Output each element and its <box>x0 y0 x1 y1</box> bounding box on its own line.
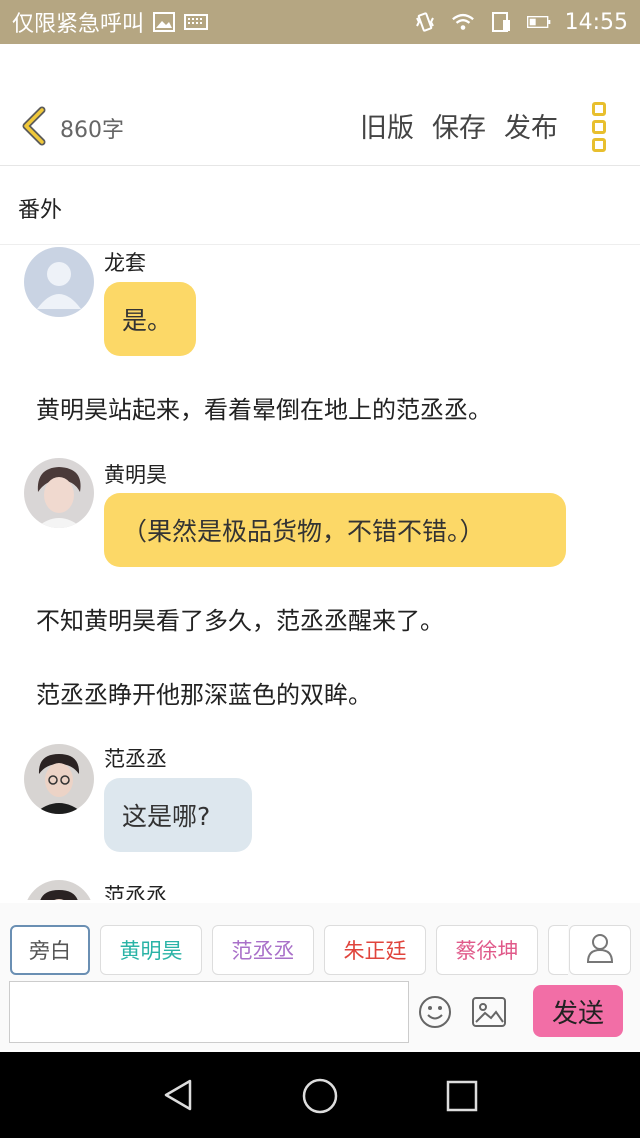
save-button[interactable]: 保存 <box>432 106 486 145</box>
role-selector: 旁白 黄明昊 范丞丞 朱正廷 蔡徐坤 <box>0 903 640 975</box>
user-icon <box>586 933 614 968</box>
default-avatar[interactable] <box>24 247 94 317</box>
sim-icon <box>489 10 513 34</box>
message-input[interactable] <box>9 981 409 1043</box>
send-button[interactable]: 发送 <box>533 985 623 1037</box>
role-zhu-zhengting[interactable]: 朱正廷 <box>324 925 426 975</box>
role-label: 蔡徐坤 <box>455 939 519 963</box>
publish-button[interactable]: 发布 <box>504 106 558 145</box>
add-role-button[interactable] <box>569 925 631 975</box>
divider <box>0 165 640 166</box>
back-chevron-icon[interactable] <box>18 106 48 146</box>
role-label: 旁白 <box>29 939 71 963</box>
sender-name: 龙套 <box>104 251 146 275</box>
role-huang-minghao[interactable]: 黄明昊 <box>100 925 202 975</box>
navigation-bar <box>0 1052 640 1138</box>
more-menu-icon[interactable] <box>592 102 612 152</box>
role-label: 黄明昊 <box>119 939 183 963</box>
composer: 发送 <box>0 975 640 1050</box>
wifi-icon <box>451 10 475 34</box>
sender-name: 黄明昊 <box>104 463 167 487</box>
message-bubble[interactable]: （果然是极品货物，不错不错。） <box>104 493 566 567</box>
clock: 14:55 <box>564 9 628 35</box>
editor-header: 860字 旧版 保存 发布 <box>0 92 640 164</box>
header-actions: 旧版 保存 发布 <box>360 106 558 145</box>
narration-text[interactable]: 不知黄明昊看了多久，范丞丞醒来了。 <box>36 601 444 636</box>
photo-avatar[interactable] <box>24 880 94 900</box>
role-more[interactable] <box>548 925 568 975</box>
story-content[interactable]: 龙套 是。 黄明昊站起来，看着晕倒在地上的范丞丞。 黄明昊 （果然是极品货物，不… <box>0 245 640 900</box>
chapter-title[interactable]: 番外 <box>18 192 62 224</box>
role-narrator[interactable]: 旁白 <box>10 925 90 975</box>
role-fan-chengcheng[interactable]: 范丞丞 <box>212 925 314 975</box>
photo-avatar[interactable] <box>24 458 94 528</box>
role-cai-xukun[interactable]: 蔡徐坤 <box>436 925 538 975</box>
vibrate-icon <box>413 10 437 34</box>
photo-avatar[interactable] <box>24 744 94 814</box>
emoji-icon[interactable] <box>418 995 452 1033</box>
old-version-button[interactable]: 旧版 <box>360 106 414 145</box>
narration-text[interactable]: 范丞丞睁开他那深蓝色的双眸。 <box>36 675 372 710</box>
sender-name: 范丞丞 <box>104 747 167 771</box>
image-icon[interactable] <box>472 997 506 1031</box>
role-label: 朱正廷 <box>343 939 407 963</box>
battery-icon <box>526 10 551 34</box>
keyboard-icon <box>184 10 209 34</box>
carrier-text: 仅限紧急呼叫 <box>12 12 145 37</box>
status-bar: 仅限紧急呼叫 14:55 <box>0 0 640 44</box>
sender-name: 范丞丞 <box>104 884 167 900</box>
home-circle-icon[interactable] <box>302 1078 338 1118</box>
recents-square-icon[interactable] <box>446 1080 478 1116</box>
role-label: 范丞丞 <box>231 939 295 963</box>
message-bubble[interactable]: 这是哪? <box>104 778 252 852</box>
char-count: 860字 <box>60 118 124 143</box>
narration-text[interactable]: 黄明昊站起来，看着晕倒在地上的范丞丞。 <box>36 390 492 425</box>
image-notification-icon <box>152 10 176 34</box>
back-triangle-icon[interactable] <box>162 1078 194 1116</box>
message-bubble[interactable]: 是。 <box>104 282 196 356</box>
